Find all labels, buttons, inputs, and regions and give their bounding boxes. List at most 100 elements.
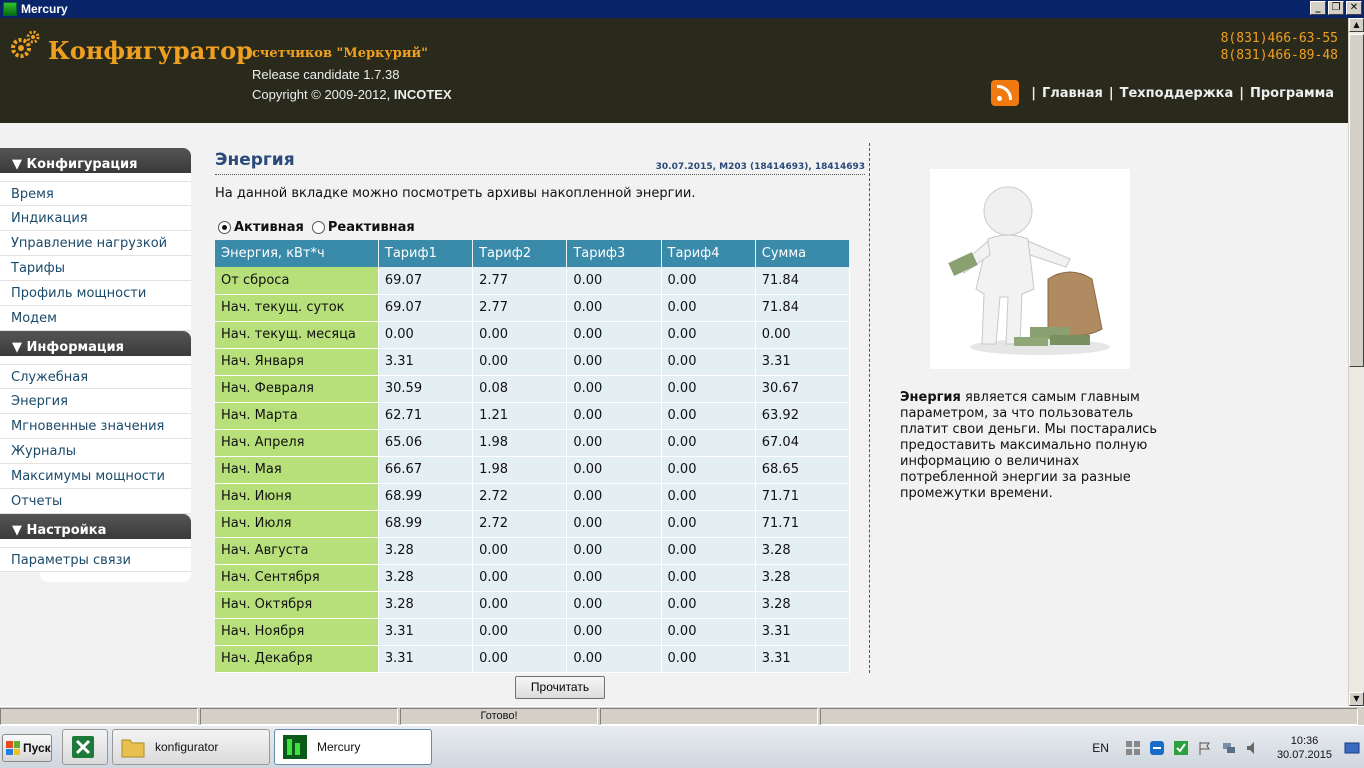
taskbar-konfigurator-label: konfigurator [155, 740, 219, 754]
sidebar-item-power-maximums[interactable]: Максимумы мощности [0, 464, 191, 489]
radio-active[interactable] [218, 221, 231, 234]
table-cell: 0.00 [755, 321, 851, 349]
table-row: От сброса 69.07 2.77 0.00 0.00 71.84 [215, 267, 851, 295]
table-cell: 0.00 [566, 294, 662, 322]
table-cell: 0.00 [661, 348, 756, 376]
read-button[interactable]: Прочитать [515, 676, 605, 699]
scroll-up-arrow-icon[interactable]: ▲ [1349, 18, 1364, 32]
row-label: Нач. Мая [215, 456, 379, 484]
table-cell: 0.00 [472, 321, 568, 349]
table-cell: 0.00 [566, 456, 662, 484]
table-cell: 0.00 [566, 591, 662, 619]
table-cell: 0.00 [566, 510, 662, 538]
table-cell: 0.00 [566, 537, 662, 565]
top-navigation: | Главная | Техподдержка | Программа [991, 80, 1334, 106]
table-cell: 0.00 [378, 321, 474, 349]
copyright: Copyright © 2009-2012, INCOTEX [252, 87, 452, 102]
minimize-button[interactable]: _ [1310, 1, 1326, 15]
energy-type-radio-group: Активная Реактивная [218, 220, 423, 235]
taskbar-konfigurator[interactable]: konfigurator [112, 729, 270, 765]
sidebar-item-time[interactable]: Время [0, 181, 191, 206]
scroll-down-arrow-icon[interactable]: ▼ [1349, 692, 1364, 706]
table-cell: 0.00 [472, 564, 568, 592]
status-cell-4 [600, 708, 818, 725]
status-bar: Готово! [0, 706, 1364, 725]
table-cell: 3.31 [378, 618, 474, 646]
table-cell: 3.28 [378, 564, 474, 592]
scroll-thumb[interactable] [1349, 34, 1364, 367]
vertical-scrollbar[interactable]: ▲ ▼ [1348, 18, 1364, 706]
table-row: Нач. Мая 66.67 1.98 0.00 0.00 68.65 [215, 456, 851, 484]
table-row: Нач. Сентября 3.28 0.00 0.00 0.00 3.28 [215, 564, 851, 592]
close-button[interactable]: ✕ [1346, 1, 1362, 15]
table-cell: 3.28 [378, 537, 474, 565]
sidebar-item-reports[interactable]: Отчеты [0, 489, 191, 514]
nav-home[interactable]: Главная [1042, 86, 1103, 101]
network-icon[interactable] [1221, 740, 1237, 756]
windows-logo-icon [6, 741, 20, 755]
sidebar-item-modem[interactable]: Модем [0, 306, 191, 331]
table-cell: 1.21 [472, 402, 568, 430]
table-cell: 62.71 [378, 402, 474, 430]
copyright-company: INCOTEX [393, 87, 452, 102]
table-row: Нач. Июля 68.99 2.72 0.00 0.00 71.71 [215, 510, 851, 538]
sidebar-section-settings[interactable]: ▼ Настройка [0, 514, 191, 539]
energy-info-body: является самым главным параметром, за чт… [900, 390, 1158, 501]
table-cell: 3.28 [755, 537, 851, 565]
sidebar-item-indication[interactable]: Индикация [0, 206, 191, 231]
table-cell: 0.00 [566, 618, 662, 646]
sidebar-item-instant-values[interactable]: Мгновенные значения [0, 414, 191, 439]
teamviewer-icon[interactable] [1149, 740, 1165, 756]
sidebar-section-config[interactable]: ▼ Конфигурация [0, 148, 191, 173]
table-cell: 3.31 [378, 645, 474, 673]
system-tray: EN 10:36 30.07.2015 [1092, 726, 1364, 768]
action-center-flag-icon[interactable] [1197, 740, 1213, 756]
sidebar-item-connection-params[interactable]: Параметры связи [0, 547, 191, 572]
radio-reactive[interactable] [311, 221, 325, 234]
window-title: Mercury [21, 2, 68, 16]
table-row: Нач. Февраля 30.59 0.08 0.00 0.00 30.67 [215, 375, 851, 403]
table-cell: 0.00 [566, 429, 662, 457]
sidebar-section-info[interactable]: ▼ Информация [0, 331, 191, 356]
nav-support[interactable]: Техподдержка [1120, 86, 1234, 101]
col-header-sum: Сумма [755, 240, 851, 267]
radio-reactive-label[interactable]: Реактивная [328, 220, 415, 235]
sync-check-icon[interactable] [1173, 740, 1189, 756]
copyright-text: Copyright © 2009-2012, [252, 87, 391, 102]
taskbar: Пуск konfigurator Mercury EN 10:36 30.07 [0, 725, 1364, 768]
table-cell: 71.71 [755, 510, 851, 538]
clock[interactable]: 10:36 30.07.2015 [1277, 734, 1332, 762]
phone-2: 8(831)466-89-48 [1220, 48, 1338, 63]
volume-icon[interactable] [1245, 740, 1261, 756]
table-cell: 3.31 [755, 618, 851, 646]
col-header-tariff1: Тариф1 [378, 240, 474, 267]
windows-flag-tray-icon[interactable] [1125, 740, 1141, 756]
sidebar-item-power-profile[interactable]: Профиль мощности [0, 281, 191, 306]
restore-button[interactable]: ❐ [1328, 1, 1344, 15]
table-header-row: Энергия, кВт*ч Тариф1 Тариф2 Тариф3 Тари… [215, 240, 851, 267]
nav-program[interactable]: Программа [1250, 86, 1334, 101]
row-label: Нач. Декабря [215, 645, 379, 673]
sidebar-item-journals[interactable]: Журналы [0, 439, 191, 464]
sidebar: ▼ Конфигурация Время Индикация Управлени… [0, 148, 191, 582]
language-indicator[interactable]: EN [1092, 741, 1109, 755]
page-description: На данной вкладке можно посмотреть архив… [215, 186, 696, 201]
table-cell: 0.00 [566, 483, 662, 511]
table-cell: 2.77 [472, 267, 568, 295]
start-button[interactable]: Пуск [2, 734, 52, 762]
table-row: Нач. Октября 3.28 0.00 0.00 0.00 3.28 [215, 591, 851, 619]
sidebar-item-load-control[interactable]: Управление нагрузкой [0, 231, 191, 256]
table-cell: 68.99 [378, 510, 474, 538]
sidebar-item-tariffs[interactable]: Тарифы [0, 256, 191, 281]
taskbar-mercury[interactable]: Mercury [274, 729, 432, 765]
sidebar-item-energy[interactable]: Энергия [0, 389, 191, 414]
table-cell: 0.00 [661, 375, 756, 403]
col-header-tariff3: Тариф3 [566, 240, 662, 267]
table-cell: 0.00 [566, 564, 662, 592]
sidebar-item-service[interactable]: Служебная [0, 364, 191, 389]
row-label: Нач. Апреля [215, 429, 379, 457]
taskbar-excel[interactable] [62, 729, 108, 765]
show-desktop-icon[interactable] [1344, 740, 1360, 756]
rss-icon[interactable] [991, 80, 1020, 106]
radio-active-label[interactable]: Активная [234, 220, 304, 235]
